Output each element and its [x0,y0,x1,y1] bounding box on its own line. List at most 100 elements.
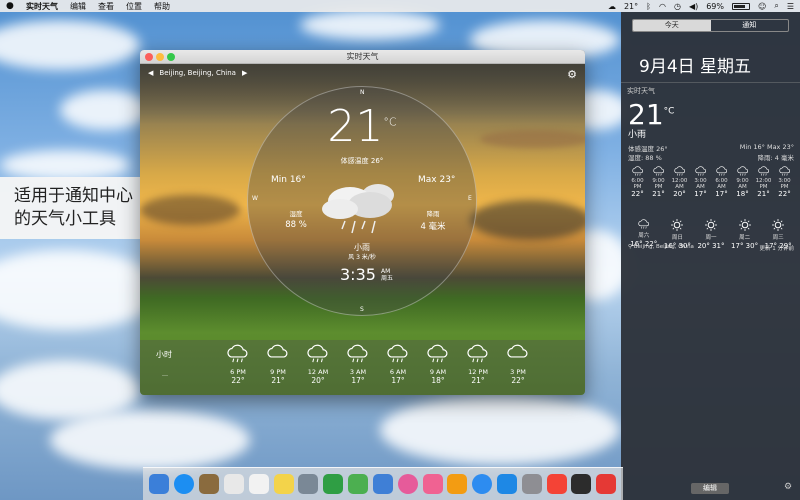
tab-notifications[interactable]: 通知 [711,20,789,31]
apple-icon[interactable]: ● [6,1,16,11]
menubar-status-area: ☁ 21° ᛒ ◠ ◷ ◀) 69% ☺ ⌕ ☰ [608,0,794,12]
hourly-temp: 22° [511,376,525,385]
sky-cloud [480,130,585,148]
nc-hourly-temp: 17° [715,190,728,198]
dock-app-icon[interactable] [596,474,617,494]
nc-hourly-time: 3:00 PM [778,178,791,190]
menu-app-name[interactable]: 实时天气 [26,1,58,12]
tab-today[interactable]: 今天 [633,20,711,31]
dock-app-icon[interactable] [521,474,542,494]
nc-hourly-item: 6:00 AM 17° [711,166,732,198]
temperature-unit: °C [383,115,397,129]
dock-app-icon[interactable] [472,474,493,494]
hourly-item: 12 PM 21° [460,344,496,385]
rain-cloud-icon [322,184,394,234]
user-icon[interactable]: ☺ [758,2,766,11]
nc-edit-button[interactable]: 编辑 [691,483,729,494]
dock-app-icon[interactable] [372,474,393,494]
menubar-temperature[interactable]: 21° [624,2,638,11]
rain-icon [774,166,795,178]
rain-icon [627,166,648,178]
menu-view[interactable]: 查看 [98,1,114,12]
dock-app-icon[interactable] [174,474,195,494]
minimize-button[interactable] [156,53,164,61]
dock-app-icon[interactable] [323,474,344,494]
spotlight-icon[interactable]: ⌕ [774,1,778,11]
sun-icon [728,219,762,233]
nc-widget-title: 实时天气 [627,87,655,95]
nc-hourly-item: 12:00 AM 20° [669,166,690,198]
rain-icon [300,344,336,367]
weather-status-icon[interactable]: ☁ [608,2,616,11]
rain-icon [627,219,661,231]
hourly-item: 6 PM 22° [220,344,256,385]
dock-app-icon[interactable] [422,474,443,494]
nc-daily-day: 周六 [638,233,650,239]
dock-app-icon[interactable] [497,474,517,494]
dock-app-icon[interactable] [273,474,294,494]
nc-settings-icon[interactable]: ⚙ [784,482,792,492]
hourly-label[interactable]: 小时 [156,349,172,360]
zoom-button[interactable] [167,53,175,61]
dock-app-icon[interactable] [199,474,220,494]
wifi-icon[interactable]: ◠ [659,2,666,11]
nc-temperature-unit: °C [663,106,675,117]
nc-condition: 小雨 [628,130,647,140]
nc-hourly-time: 6:00 PM [631,178,644,190]
precip-block: 降雨 4 毫米 [411,208,455,232]
nc-hourly-item: 9:00 PM 21° [648,166,669,198]
hourly-more[interactable]: … [162,371,168,378]
bluetooth-icon[interactable]: ᛒ [646,2,651,11]
current-temperature: 21°C [248,101,476,152]
menu-edit[interactable]: 编辑 [70,1,86,12]
settings-gear-icon[interactable]: ⚙ [567,68,577,81]
precip-value: 4 毫米 [420,222,446,232]
compass-west: W [252,195,258,202]
wind-text: 风 3 米/秒 [348,254,376,261]
dock-app-icon[interactable] [223,474,244,494]
window-titlebar[interactable]: 实时天气 [140,50,585,64]
nc-humidity: 湿度: 88 % [628,154,662,162]
nc-daily-item: 周一 20° 31° [694,219,728,250]
hourly-temp: 20° [311,376,325,385]
nc-hourly-temp: 18° [736,190,749,198]
dock-app-icon[interactable] [397,474,418,494]
volume-icon[interactable]: ◀) [689,2,698,11]
compass-east: E [468,195,472,202]
cloud-icon [500,344,536,367]
next-location-icon[interactable]: ▶ [242,69,247,77]
nc-daily-temps: 20° 31° [697,242,725,250]
rain-icon [420,344,456,367]
dock-app-icon[interactable] [447,474,468,494]
hourly-temp: 21° [271,376,285,385]
desktop-cloud [50,410,250,470]
dock-app-icon[interactable] [149,474,170,494]
nc-hourly-row: 6:00 PM 22° 9:00 PM 21° 12:00 AM 20° 3:00 AM… [627,166,795,198]
nc-tabs: 今天 通知 [632,19,789,32]
close-button[interactable] [145,53,153,61]
location-name[interactable]: Beijing, Beijing, China [159,69,236,77]
dock-app-icon[interactable] [348,474,369,494]
rain-icon [340,344,376,367]
notification-center-icon[interactable]: ☰ [787,2,794,11]
battery-icon[interactable] [732,2,750,10]
hourly-time: 3 PM [510,368,526,376]
dock-app-icon[interactable] [298,474,319,494]
dock-app-icon[interactable] [546,474,567,494]
nc-hourly-time: 9:00 PM [652,178,665,190]
hourly-temp: 17° [391,376,405,385]
menu-location[interactable]: 位置 [126,1,142,12]
rain-icon [648,166,669,178]
notification-center: 今天 通知 9月4日 星期五 实时天气 21°C 小雨 体感温度 26° 湿度:… [621,12,800,500]
local-time-ampm: AM [381,268,391,275]
nc-precip: 降雨: 4 毫米 [757,154,794,162]
dock-app-icon[interactable] [571,474,592,494]
dock-app-icon[interactable] [248,474,269,494]
menu-help[interactable]: 帮助 [154,1,170,12]
weather-dial: N S E W 21°C 体感温度 26° Min 16° Max 23° 湿度… [247,86,477,316]
clock-icon[interactable]: ◷ [674,2,681,11]
battery-percent[interactable]: 69% [706,2,724,11]
prev-location-icon[interactable]: ◀ [148,69,153,77]
hourly-temp: 17° [351,376,365,385]
hourly-item: 6 AM 17° [380,344,416,385]
